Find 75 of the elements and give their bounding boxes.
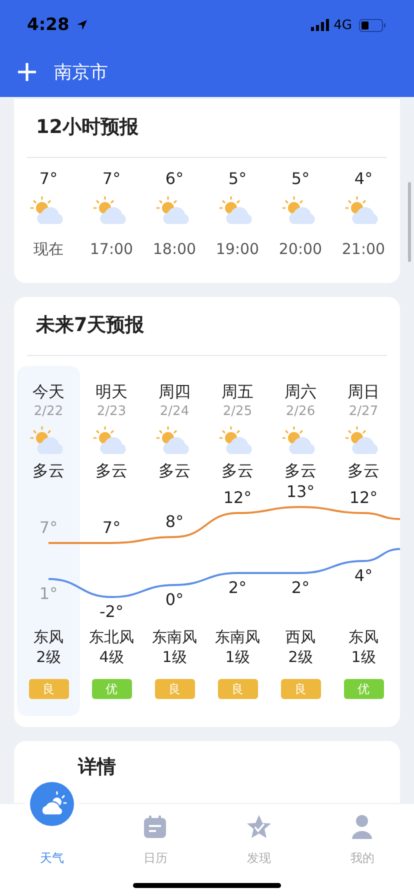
wind-direction: 东风 <box>34 627 64 647</box>
high-temperature: 7° <box>102 518 121 537</box>
high-temperature: 13° <box>286 483 315 501</box>
high-temperature: 8° <box>165 512 184 531</box>
wind-level: 4级 <box>99 647 124 667</box>
person-icon[interactable] <box>351 814 374 840</box>
day-date: 2/24 <box>160 403 190 421</box>
condition-text: 多云 <box>32 460 64 482</box>
hour-time: 现在 <box>34 239 64 259</box>
condition-text: 多云 <box>284 460 316 482</box>
air-quality-badge: 良 <box>218 679 258 699</box>
network-type: 4G <box>334 18 352 32</box>
low-temperature: 2° <box>291 578 310 597</box>
hour-time: 17:00 <box>90 239 134 259</box>
calendar-icon[interactable] <box>143 815 168 839</box>
hour-temperature: 5° <box>228 169 247 189</box>
tab-label[interactable]: 天气 <box>40 850 64 867</box>
day-name[interactable]: 明天 <box>96 381 128 403</box>
hour-time: 21:00 <box>342 239 386 259</box>
hour-time: 19:00 <box>216 239 260 259</box>
hour-temperature: 5° <box>291 169 310 189</box>
wind-level: 2级 <box>36 647 61 667</box>
day-date: 2/26 <box>286 403 316 421</box>
wind-level: 2级 <box>288 647 313 667</box>
wind-direction: 东南风 <box>152 627 197 647</box>
day-name[interactable]: 周日 <box>348 381 380 403</box>
wind-direction: 西风 <box>286 627 316 647</box>
low-temperature: 0° <box>165 590 184 609</box>
air-quality-badge: 优 <box>92 679 132 699</box>
wind-level: 1级 <box>351 647 376 667</box>
add-icon[interactable] <box>16 61 38 83</box>
day-date: 2/23 <box>96 403 126 421</box>
wind-direction: 东北风 <box>89 627 134 647</box>
day-name[interactable]: 今天 <box>32 381 64 403</box>
card-title: 详情 <box>76 755 117 780</box>
air-quality-badge: 良 <box>280 679 320 699</box>
condition-text: 多云 <box>96 460 128 482</box>
hour-temperature: 7° <box>102 169 121 189</box>
low-temperature: 1° <box>39 584 58 603</box>
low-temperature: 4° <box>354 566 373 585</box>
wind-direction: 东风 <box>348 627 378 647</box>
condition-text: 多云 <box>348 460 380 482</box>
signal-icon <box>310 19 329 31</box>
wind-direction: 东南风 <box>215 627 260 647</box>
high-temperature: 7° <box>39 518 58 537</box>
condition-text: 多云 <box>158 460 190 482</box>
location-arrow-icon <box>76 19 88 31</box>
wind-level: 1级 <box>162 647 187 667</box>
city-name[interactable]: 南京市 <box>54 60 108 84</box>
day-date: 2/27 <box>348 403 378 421</box>
air-quality-badge: 优 <box>344 679 384 699</box>
low-temperature: 2° <box>228 578 247 597</box>
day-name[interactable]: 周五 <box>222 381 254 403</box>
day-name[interactable]: 周六 <box>284 381 316 403</box>
day-date: 2/25 <box>222 403 252 421</box>
weather-tab-bubble[interactable] <box>30 782 74 826</box>
day-name[interactable]: 周四 <box>158 381 190 403</box>
hour-time: 20:00 <box>278 239 322 259</box>
hour-temperature: 4° <box>354 169 373 189</box>
hour-temperature: 6° <box>165 169 184 189</box>
battery-icon <box>359 18 386 32</box>
wind-level: 1级 <box>225 647 250 667</box>
card-title: 12小时预报 <box>35 115 140 140</box>
status-time: 4:28 <box>27 15 70 35</box>
condition-text: 多云 <box>222 460 254 482</box>
air-quality-badge: 良 <box>154 679 194 699</box>
hour-temperature: 7° <box>39 169 58 189</box>
star-icon[interactable] <box>246 814 272 840</box>
high-temperature: 12° <box>223 488 252 507</box>
card-title: 未来7天预报 <box>34 313 146 338</box>
high-temperature: 12° <box>349 488 378 507</box>
day-date: 2/22 <box>34 403 64 421</box>
hour-time: 18:00 <box>152 239 196 259</box>
low-temperature: -2° <box>100 602 124 621</box>
air-quality-badge: 良 <box>28 679 68 699</box>
